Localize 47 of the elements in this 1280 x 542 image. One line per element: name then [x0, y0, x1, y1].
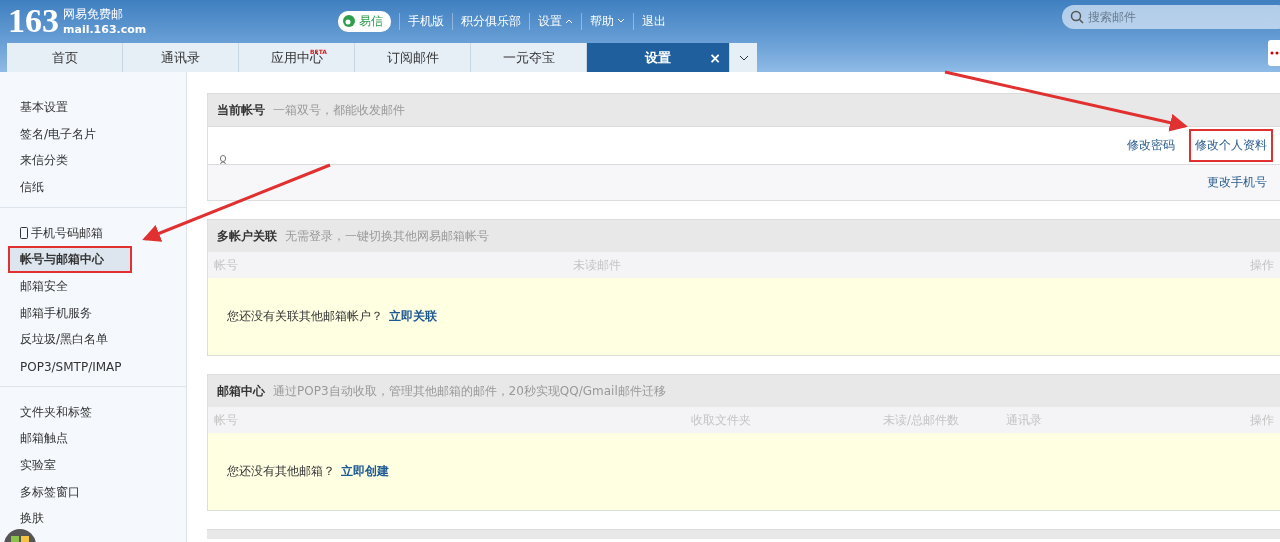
nav-tab[interactable]: 通讯录: [123, 43, 239, 72]
account-link[interactable]: 更改手机号: [1203, 168, 1271, 197]
caret-up-icon: [565, 18, 573, 24]
nav-tab[interactable]: 一元夺宝: [471, 43, 587, 72]
chat-icon: [342, 14, 356, 28]
sidebar-item[interactable]: 帐号与邮箱中心: [8, 246, 132, 274]
sidebar-item[interactable]: 邮箱手机服务: [0, 299, 186, 327]
account-link[interactable]: 修改密码: [1123, 131, 1179, 160]
phone-icon: [20, 227, 28, 240]
section-title: 当前帐号: [217, 101, 265, 119]
sidebar-item[interactable]: 手机号码邮箱: [0, 219, 186, 247]
action-link[interactable]: 立即创建: [341, 463, 389, 480]
caret-down-icon: [738, 54, 749, 61]
search-icon: [1070, 10, 1084, 24]
sidebar-item[interactable]: 邮箱触点: [0, 425, 186, 453]
section-title: 多帐户关联: [217, 227, 277, 245]
empty-message: 您还没有关联其他邮箱帐户？: [227, 308, 383, 325]
side-panel-tab[interactable]: [1268, 40, 1280, 66]
nav-tab[interactable]: 首页: [7, 43, 123, 72]
sidebar-item[interactable]: 基本设置: [0, 94, 186, 121]
sidebar-item[interactable]: 文件夹和标签: [0, 398, 186, 426]
sidebar-item[interactable]: 签名/电子名片: [0, 120, 186, 148]
sidebar-item[interactable]: 实验室: [0, 452, 186, 479]
sidebar-item[interactable]: 多标签窗口: [0, 478, 186, 506]
section-title: 邮箱中心: [217, 382, 265, 400]
nav-tab[interactable]: 设置 ×: [587, 43, 730, 72]
sidebar-item[interactable]: POP3/SMTP/IMAP: [0, 353, 186, 380]
section-subtitle: 无需登录，一键切换其他网易邮箱帐号: [285, 227, 489, 245]
dots-icon: [1270, 50, 1280, 56]
close-icon[interactable]: ×: [709, 49, 721, 66]
sidebar-item[interactable]: 来信分类: [0, 147, 186, 175]
search-field[interactable]: 搜索邮件: [1062, 5, 1280, 29]
logo-domain: mail.163.com: [63, 23, 147, 36]
nav-tab[interactable]: 订阅邮件: [355, 43, 471, 72]
account-link[interactable]: 修改个人资料: [1191, 131, 1271, 160]
empty-message: 您还没有其他邮箱？: [227, 463, 335, 480]
caret-down-icon: [617, 18, 625, 24]
sidebar-item[interactable]: 信纸: [0, 174, 186, 201]
sidebar-item[interactable]: 换肤: [0, 505, 186, 533]
sidebar-item[interactable]: 反垃圾/黑白名单: [0, 326, 186, 354]
logo-title: 网易免费邮: [63, 6, 124, 23]
section-subtitle: 一箱双号，都能收发邮件: [273, 101, 405, 119]
action-link[interactable]: 立即关联: [389, 308, 437, 325]
section-subtitle: 通过POP3自动收取，管理其他邮箱的邮件，20秒实现QQ/Gmail邮件迁移: [273, 382, 666, 400]
logo-number: 163: [8, 4, 59, 38]
yixin-button[interactable]: 易信: [338, 10, 391, 32]
sidebar-item[interactable]: 邮箱安全: [0, 273, 186, 300]
